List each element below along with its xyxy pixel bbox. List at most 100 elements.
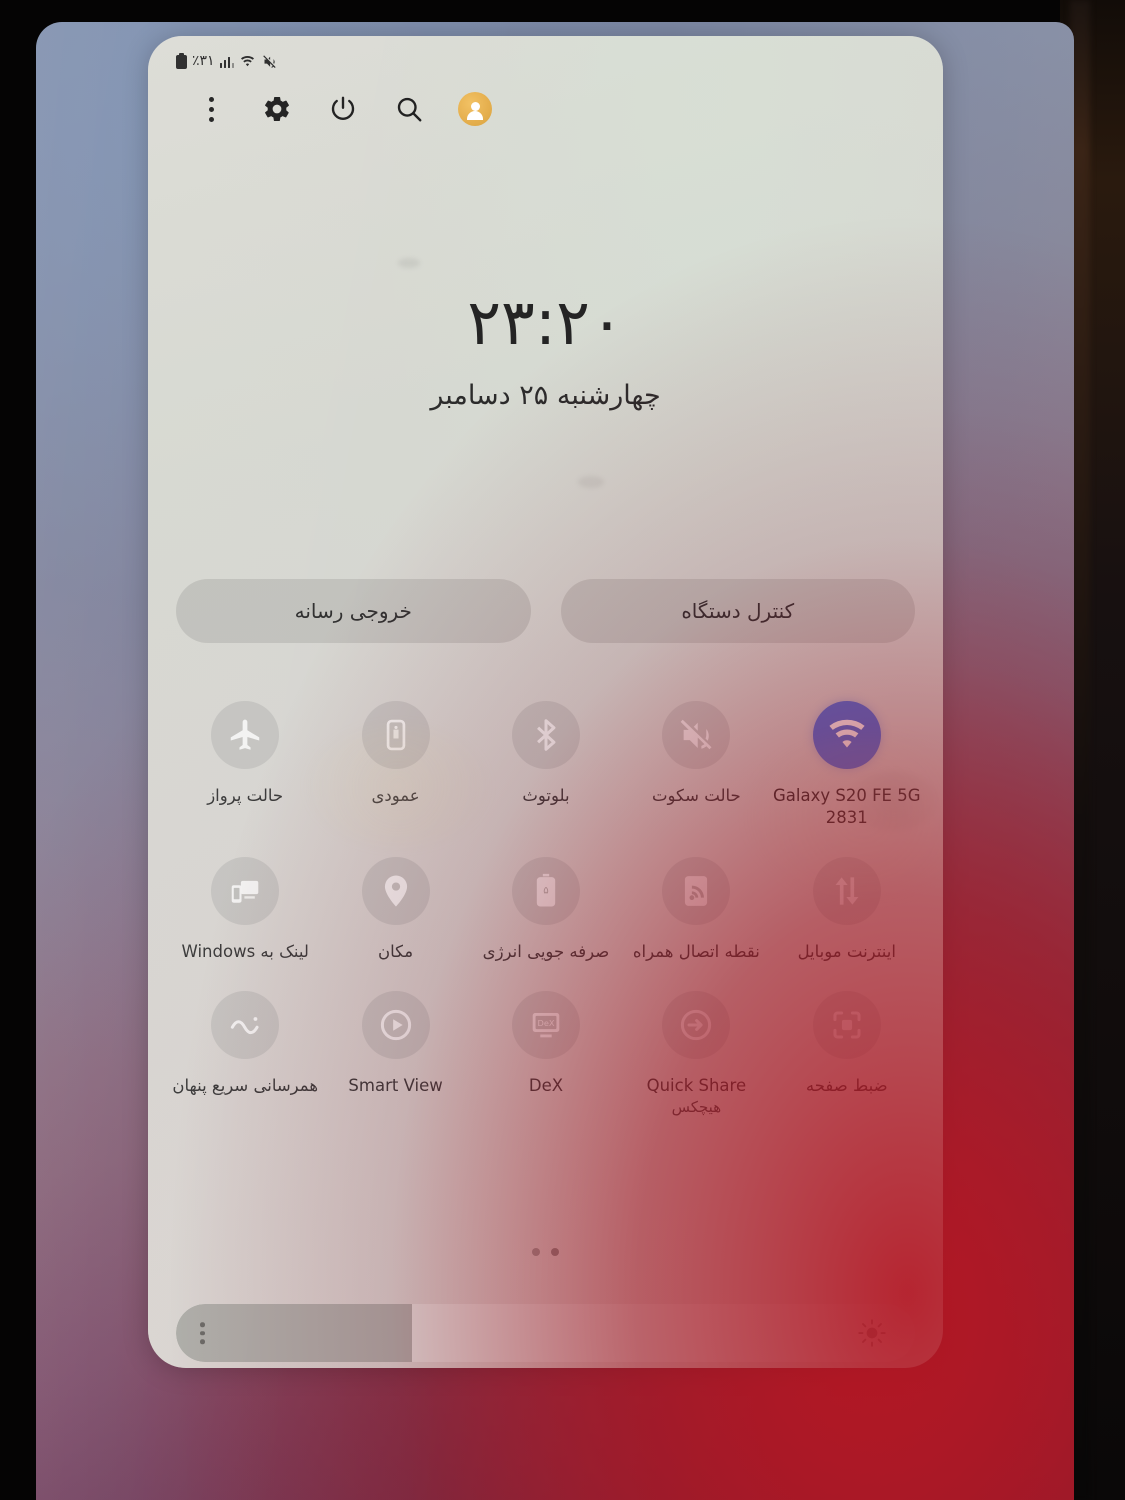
tablet-photo: ٪٣١ ٢٣:٢٠ چهارشنبه ۲۵ دسامبر خروجی رسانه…: [0, 0, 1125, 1500]
tile-link-to-windows-label: لینک به Windows: [181, 942, 309, 962]
tile-mobile-data-circle[interactable]: [812, 857, 881, 926]
tile-location-label: مکان: [378, 942, 414, 962]
tile-power-saving[interactable]: ۵ صرفه جویی انرژی: [471, 857, 621, 963]
panel-action-pills: خروجی رسانه کنترل دستگاه: [176, 579, 915, 643]
brightness-slider-fill: [176, 1304, 413, 1362]
tile-bluetooth-circle[interactable]: [511, 701, 580, 769]
dex-icon: DeX: [532, 1013, 560, 1038]
tile-power-saving-label: صرفه جویی انرژی: [482, 942, 610, 962]
battery-percent-label: ٪٣١: [192, 53, 215, 69]
tile-dex[interactable]: DeX DeX: [471, 991, 621, 1117]
airplane-icon: [230, 719, 260, 750]
tile-quick-sharing-circle[interactable]: [211, 991, 280, 1060]
search-icon: [397, 97, 422, 122]
svg-text:DeX: DeX: [537, 1018, 554, 1028]
tile-bluetooth-label: بلوتوث: [522, 786, 570, 805]
more-options-button[interactable]: [178, 81, 244, 137]
device-control-button[interactable]: کنترل دستگاه: [560, 579, 915, 643]
bluetooth-icon: [537, 719, 556, 751]
tile-smart-view[interactable]: Smart View: [320, 991, 470, 1117]
hotspot-icon: [685, 876, 708, 907]
power-button[interactable]: [310, 81, 376, 137]
tile-quick-share-sublabel: هیچکس: [671, 1098, 722, 1117]
tablet-screen: ٪٣١ ٢٣:٢٠ چهارشنبه ۲۵ دسامبر خروجی رسانه…: [36, 22, 1074, 1500]
tile-quick-sharing[interactable]: همرسانی سریع پنهان: [170, 991, 320, 1117]
brightness-slider[interactable]: [176, 1304, 915, 1362]
quick-settings-panel: ٪٣١ ٢٣:٢٠ چهارشنبه ۲۵ دسامبر خروجی رسانه…: [148, 36, 943, 1368]
photo-smudge: [578, 476, 604, 488]
page-dot[interactable]: [532, 1248, 540, 1256]
tile-auto-rotate-label: عمودی: [371, 786, 420, 805]
tile-screen-recorder[interactable]: ضبط صفحه: [772, 991, 922, 1117]
tile-smart-view-label: Smart View: [348, 1076, 443, 1096]
tile-airplane-mode-circle[interactable]: [211, 701, 280, 769]
brightness-sun-icon: [858, 1319, 886, 1347]
tile-smart-view-circle[interactable]: [361, 991, 430, 1060]
photo-smudge: [398, 258, 420, 268]
tile-mobile-hotspot-circle[interactable]: [662, 857, 731, 926]
mute-icon: [681, 719, 712, 750]
tile-quick-sharing-label: همرسانی سریع پنهان: [172, 1076, 319, 1096]
tile-location-circle[interactable]: [361, 857, 430, 926]
tile-screen-recorder-label: ضبط صفحه: [805, 1076, 888, 1096]
power-icon: [331, 96, 355, 120]
media-output-button[interactable]: خروجی رسانه: [176, 579, 531, 643]
tile-dex-circle[interactable]: DeX: [511, 991, 580, 1060]
settings-button[interactable]: [244, 81, 310, 137]
tile-row: همرسانی سریع پنهان Smart View DeX DeX Quick …: [170, 991, 922, 1117]
tile-mute[interactable]: حالت سکوت: [621, 701, 771, 829]
mute-icon: [263, 54, 277, 68]
wifi-icon: [829, 719, 865, 748]
smart-view-icon: [380, 1010, 411, 1041]
tile-mute-label: حالت سکوت: [652, 786, 741, 805]
quick-share-icon: [681, 1010, 712, 1041]
tile-auto-rotate[interactable]: عمودی: [320, 701, 470, 829]
tile-mobile-data-label: اینترنت موبایل: [797, 942, 896, 962]
tile-quick-share-label: Quick Share: [646, 1076, 747, 1096]
page-indicator[interactable]: [148, 1248, 943, 1256]
quick-settings-tiles: حالت پرواز عمودی بلوتوث حالت سکوت Galaxy S20…: [170, 701, 922, 1118]
tile-dex-label: DeX: [528, 1076, 564, 1096]
rotation-portrait-icon: [386, 719, 405, 751]
tile-bluetooth[interactable]: بلوتوث: [471, 701, 621, 829]
tile-mobile-hotspot[interactable]: نقطه اتصال همراه: [621, 857, 771, 963]
panel-toolbar: [178, 78, 598, 140]
tile-auto-rotate-circle[interactable]: [361, 701, 430, 769]
brightness-options-icon[interactable]: [200, 1322, 205, 1344]
tile-link-to-windows-circle[interactable]: [211, 857, 280, 926]
battery-icon: [176, 53, 187, 69]
tile-mobile-hotspot-label: نقطه اتصال همراه: [632, 942, 760, 962]
tile-row: لینک به Windows مکان ۵ صرفه جویی انرژی نقطه …: [170, 857, 922, 963]
location-pin-icon: [384, 875, 407, 907]
tile-airplane-mode-label: حالت پرواز: [207, 786, 284, 805]
mobile-data-icon: [835, 877, 859, 905]
power-saving-icon: ۵: [536, 874, 556, 907]
quick-share-wave-icon: [231, 1017, 259, 1035]
tile-power-saving-circle[interactable]: ۵: [511, 857, 580, 926]
kebab-menu-icon: [208, 96, 214, 122]
screen-recorder-icon: [833, 1011, 861, 1039]
clock-date: چهارشنبه ۲۵ دسامبر: [430, 380, 661, 411]
signal-bars-icon: [219, 54, 235, 68]
tile-wifi-circle[interactable]: [812, 701, 881, 769]
tile-row: حالت پرواز عمودی بلوتوث حالت سکوت Galaxy S20…: [170, 701, 922, 829]
tile-airplane-mode[interactable]: حالت پرواز: [170, 701, 320, 829]
tile-quick-share[interactable]: Quick Share هیچکس: [621, 991, 771, 1117]
tile-link-to-windows[interactable]: لینک به Windows: [170, 857, 320, 963]
tile-mobile-data[interactable]: اینترنت موبایل: [772, 857, 922, 963]
wifi-icon: [241, 55, 255, 66]
tile-location[interactable]: مکان: [320, 857, 470, 963]
search-button[interactable]: [376, 81, 442, 137]
clock-time: ٢٣:٢٠: [467, 286, 624, 359]
clock-block: ٢٣:٢٠ چهارشنبه ۲۵ دسامبر: [148, 291, 943, 411]
gear-icon: [265, 96, 289, 121]
tile-wifi[interactable]: Galaxy S20 FE 5G 2831: [772, 701, 922, 829]
svg-text:۵: ۵: [543, 886, 548, 897]
tile-screen-recorder-circle[interactable]: [812, 991, 881, 1060]
tile-mute-circle[interactable]: [662, 701, 731, 769]
avatar-icon: [458, 92, 492, 126]
tile-wifi-label: Galaxy S20 FE 5G 2831: [772, 786, 921, 828]
user-profile-button[interactable]: [442, 81, 508, 137]
tile-quick-share-circle[interactable]: [662, 991, 731, 1060]
page-dot-active[interactable]: [551, 1248, 559, 1256]
